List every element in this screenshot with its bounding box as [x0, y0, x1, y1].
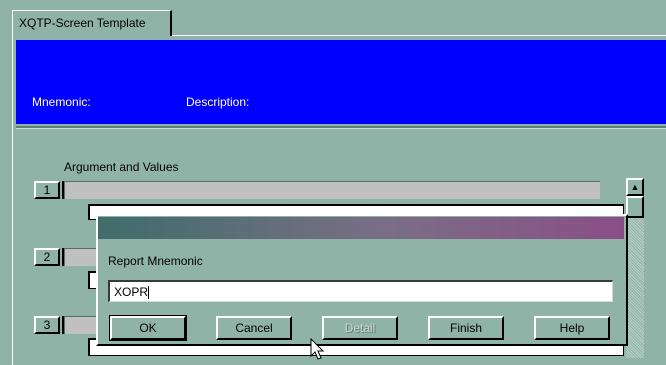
scrollbar-thumb[interactable]	[626, 196, 644, 218]
report-mnemonic-label: Report Mnemonic	[108, 254, 203, 268]
finish-button[interactable]: Finish	[428, 316, 504, 340]
argument-row-1-button[interactable]: 1	[34, 181, 64, 199]
tab-label: XQTP-Screen Template	[19, 16, 146, 30]
template-header: Mnemonic: Description:	[16, 40, 666, 124]
cancel-button[interactable]: Cancel	[216, 316, 292, 340]
report-mnemonic-value: XOPR	[114, 285, 149, 299]
header-separator	[16, 126, 666, 129]
help-button[interactable]: Help	[534, 316, 610, 340]
report-mnemonic-input[interactable]: XOPR	[108, 280, 613, 302]
tab-xqtp-screen-template[interactable]: XQTP-Screen Template	[12, 10, 172, 36]
dialog-title-bar[interactable]	[98, 217, 624, 239]
scroll-up-button[interactable]: ▲	[626, 178, 644, 196]
description-label: Description:	[186, 95, 250, 109]
detail-button: Detail	[322, 316, 398, 340]
arrow-up-icon: ▲	[630, 182, 640, 192]
ok-button[interactable]: OK	[109, 315, 187, 341]
arguments-title: Argument and Values	[64, 160, 179, 174]
argument-row-3-button[interactable]: 3	[34, 316, 64, 334]
mouse-pointer-icon	[310, 338, 325, 360]
text-caret	[148, 286, 150, 300]
argument-row-2-button[interactable]: 2	[34, 248, 64, 266]
mnemonic-label: Mnemonic:	[32, 95, 91, 109]
argument-row-1-name[interactable]	[64, 181, 600, 199]
